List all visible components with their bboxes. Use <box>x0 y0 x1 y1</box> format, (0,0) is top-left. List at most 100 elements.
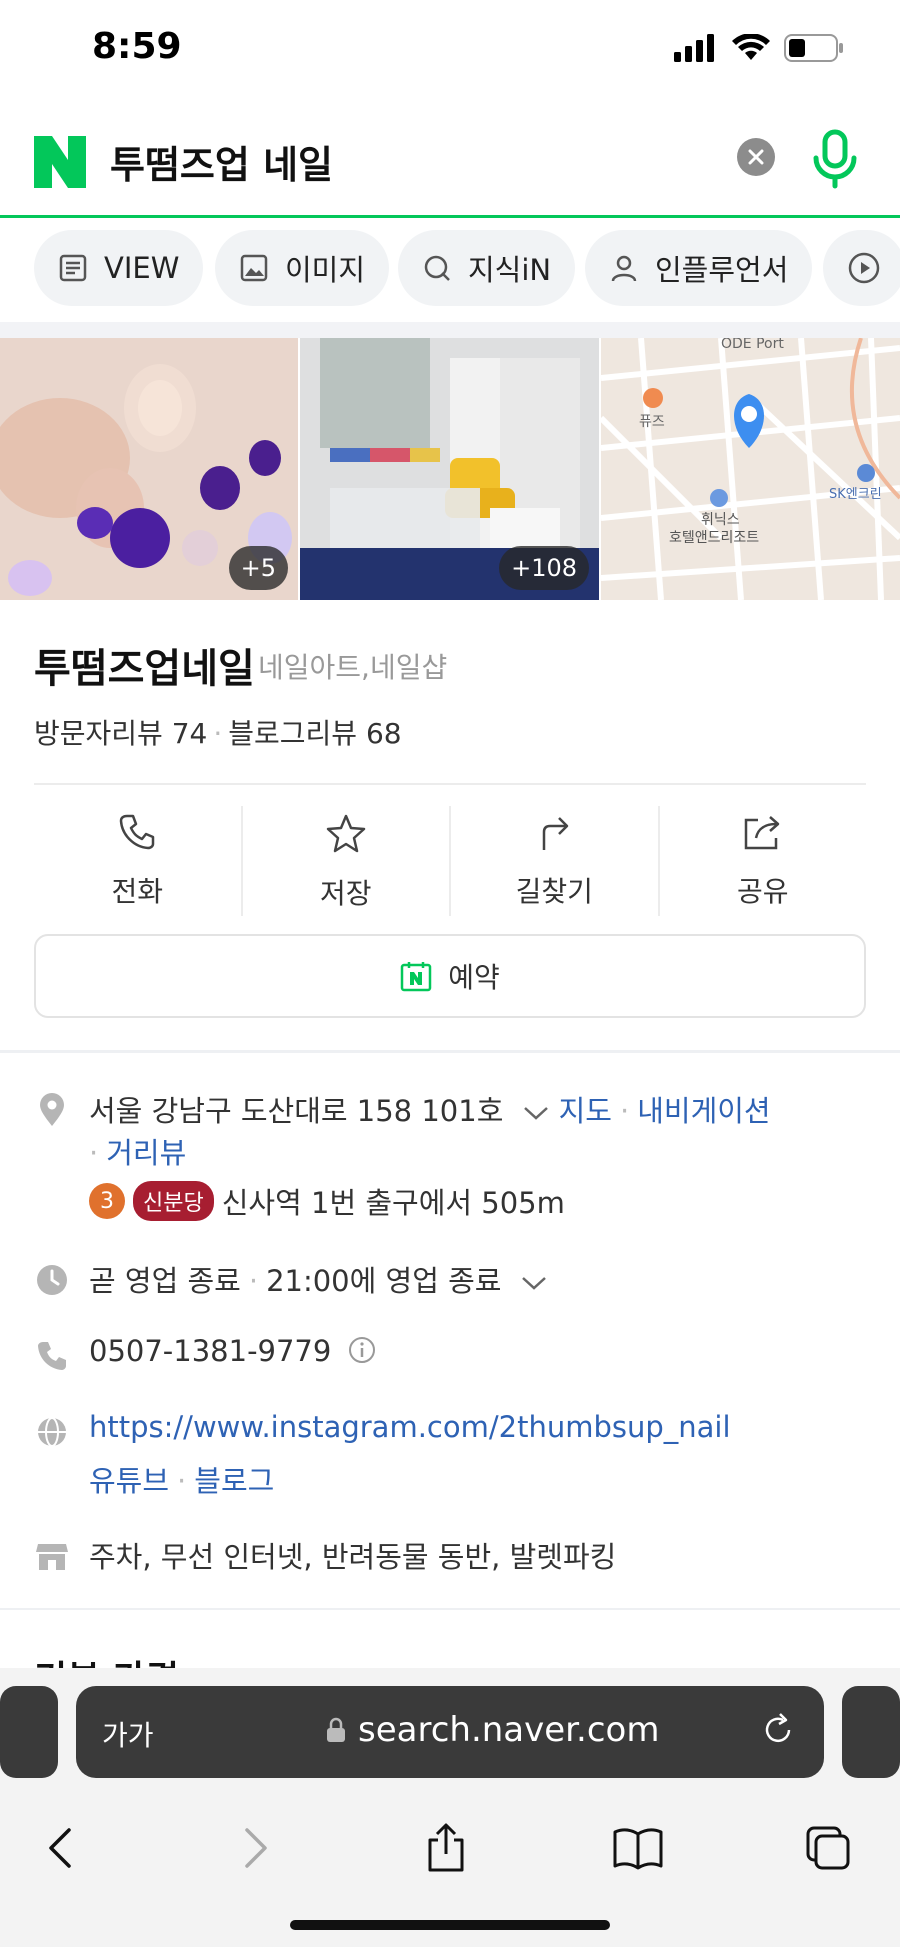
subway-info: 3 신분당 신사역 1번 출구에서 505m <box>89 1180 565 1222</box>
address-bar[interactable]: 가가 search.naver.com <box>76 1686 824 1778</box>
action-label: 공유 <box>736 875 789 908</box>
share-page-button[interactable] <box>416 1818 476 1878</box>
home-indicator[interactable] <box>290 1920 610 1930</box>
action-label: 전화 <box>111 875 164 908</box>
map-label-hotel-2: 호텔앤드리조트 <box>669 530 759 546</box>
tab-video[interactable] <box>823 230 900 306</box>
tab-label: 이미지 <box>285 253 366 287</box>
tabs-button[interactable] <box>798 1818 858 1878</box>
section-divider <box>0 322 900 338</box>
map-label-top: ODE Port <box>721 338 784 352</box>
chevron-down-icon[interactable] <box>523 1105 549 1121</box>
address-row: 서울 강남구 도산대로 158 101호 지도 · 내비게이션 · 거리뷰 3 신분당… <box>34 1088 874 1221</box>
star-icon <box>326 814 365 853</box>
phone-line: 0507-1381-9779 <box>89 1334 377 1368</box>
phone-number[interactable]: 0507-1381-9779 <box>89 1334 331 1368</box>
photo-count: +5 <box>228 546 288 590</box>
subway-distance: 신사역 1번 출구에서 505m <box>221 1186 565 1220</box>
chevron-left-icon <box>49 1828 71 1868</box>
tab-kin[interactable]: 지식iN <box>398 230 576 306</box>
next-tab-preview[interactable] <box>842 1686 900 1778</box>
search-input[interactable]: 투떰즈업 네일 <box>110 134 333 189</box>
globe-icon <box>38 1417 66 1447</box>
chevron-right-icon <box>245 1828 267 1868</box>
photo-interior[interactable]: +108 <box>300 338 599 600</box>
back-button[interactable] <box>30 1818 90 1878</box>
url-display: search.naver.com <box>326 1710 659 1750</box>
map-label-cafe: 퓨즈 <box>639 414 665 430</box>
reload-icon[interactable] <box>758 1710 798 1750</box>
call-button[interactable]: 전화 <box>34 806 243 916</box>
battery-icon <box>784 34 843 62</box>
microphone-icon[interactable] <box>810 128 860 192</box>
reserve-button[interactable]: 예약 <box>34 934 866 1018</box>
save-button[interactable]: 저장 <box>243 806 451 916</box>
phone-row[interactable]: 0507-1381-9779 <box>34 1334 874 1378</box>
review-summary: 방문자리뷰 74 · 블로그리뷰 68 <box>34 717 402 750</box>
photo-nails[interactable]: +5 <box>0 338 298 600</box>
wifi-icon <box>732 34 770 60</box>
blog-review-link[interactable]: 블로그리뷰 68 <box>228 717 401 750</box>
streetview-link[interactable]: 거리뷰 <box>106 1136 186 1170</box>
share-icon <box>744 816 779 850</box>
navigation-link[interactable]: 내비게이션 <box>637 1094 770 1128</box>
tabs-icon <box>806 1826 850 1870</box>
view-icon <box>59 254 87 282</box>
share-icon <box>428 1823 464 1872</box>
tab-images[interactable]: 이미지 <box>215 230 390 306</box>
previous-tab-preview[interactable] <box>0 1686 58 1778</box>
chevron-down-icon[interactable] <box>521 1275 547 1291</box>
clock-icon <box>37 1265 67 1295</box>
share-button[interactable]: 공유 <box>660 806 867 916</box>
play-icon <box>848 252 880 284</box>
action-label: 저장 <box>319 877 372 910</box>
amenities-text: 주차, 무선 인터넷, 반려동물 동반, 발렛파킹 <box>89 1540 617 1574</box>
place-name[interactable]: 투떰즈업네일 <box>34 636 255 694</box>
hours-row[interactable]: 곧 영업 종료 · 21:00에 영업 종료 <box>34 1258 874 1302</box>
subway-line-number: 3 <box>89 1183 125 1219</box>
action-bar: 전화 저장 길찾기 공유 <box>34 806 866 916</box>
tab-influencer[interactable]: 인플루언서 <box>585 230 813 306</box>
directions-button[interactable]: 길찾기 <box>451 806 660 916</box>
cellular-signal-icon <box>674 34 714 62</box>
map-thumbnail[interactable]: ODE Port 퓨즈 휘닉스 호텔앤드리조트 SK엔크린 <box>601 338 900 600</box>
browser-toolbar <box>0 1798 900 1898</box>
naver-logo-icon[interactable] <box>34 136 86 188</box>
blog-link[interactable]: 블로그 <box>194 1464 274 1498</box>
directions-icon <box>543 817 569 850</box>
visitor-review-link[interactable]: 방문자리뷰 74 <box>34 717 207 750</box>
book-icon <box>613 1828 663 1870</box>
streetview-line: · 거리뷰 <box>89 1136 187 1170</box>
naver-booking-icon <box>400 962 432 992</box>
browser-bottom-bar: 가가 search.naver.com <box>0 1668 900 1947</box>
clear-search-button[interactable] <box>737 138 775 176</box>
lock-icon <box>327 1717 345 1742</box>
section-divider <box>0 1050 900 1053</box>
info-icon[interactable] <box>347 1335 377 1365</box>
kin-icon <box>424 255 450 281</box>
status-time: 8:59 <box>92 26 182 67</box>
text-size-button[interactable]: 가가 <box>102 1714 154 1754</box>
tab-label: 지식iN <box>468 253 552 287</box>
search-header: 투떰즈업 네일 <box>0 110 900 218</box>
image-icon <box>240 254 268 282</box>
address-text: 서울 강남구 도산대로 158 101호 <box>89 1094 504 1128</box>
location-pin-icon <box>40 1093 64 1126</box>
website-link[interactable]: https://www.instagram.com/2thumbsup_nail <box>89 1410 731 1444</box>
amenities-row: 주차, 무선 인터넷, 반려동물 동반, 발렛파킹 <box>34 1534 874 1578</box>
status-bar: 8:59 <box>0 0 900 100</box>
photo-count: +108 <box>499 546 589 590</box>
forward-button[interactable] <box>226 1818 286 1878</box>
bookmarks-button[interactable] <box>608 1818 668 1878</box>
close-icon <box>748 149 764 165</box>
phone-icon <box>38 1342 66 1370</box>
social-links: 유튜브 · 블로그 <box>89 1464 275 1498</box>
website-row: https://www.instagram.com/2thumbsup_nail… <box>34 1410 874 1502</box>
map-link[interactable]: 지도 <box>559 1094 612 1128</box>
map-label-hotel-1: 휘닉스 <box>701 512 740 528</box>
tab-view[interactable]: VIEW <box>34 230 204 306</box>
youtube-link[interactable]: 유튜브 <box>89 1464 169 1498</box>
address-line: 서울 강남구 도산대로 158 101호 지도 · 내비게이션 <box>89 1094 771 1128</box>
search-tabs: VIEW 이미지 지식iN 인플루언서 <box>0 230 900 314</box>
status-icons <box>674 34 844 62</box>
